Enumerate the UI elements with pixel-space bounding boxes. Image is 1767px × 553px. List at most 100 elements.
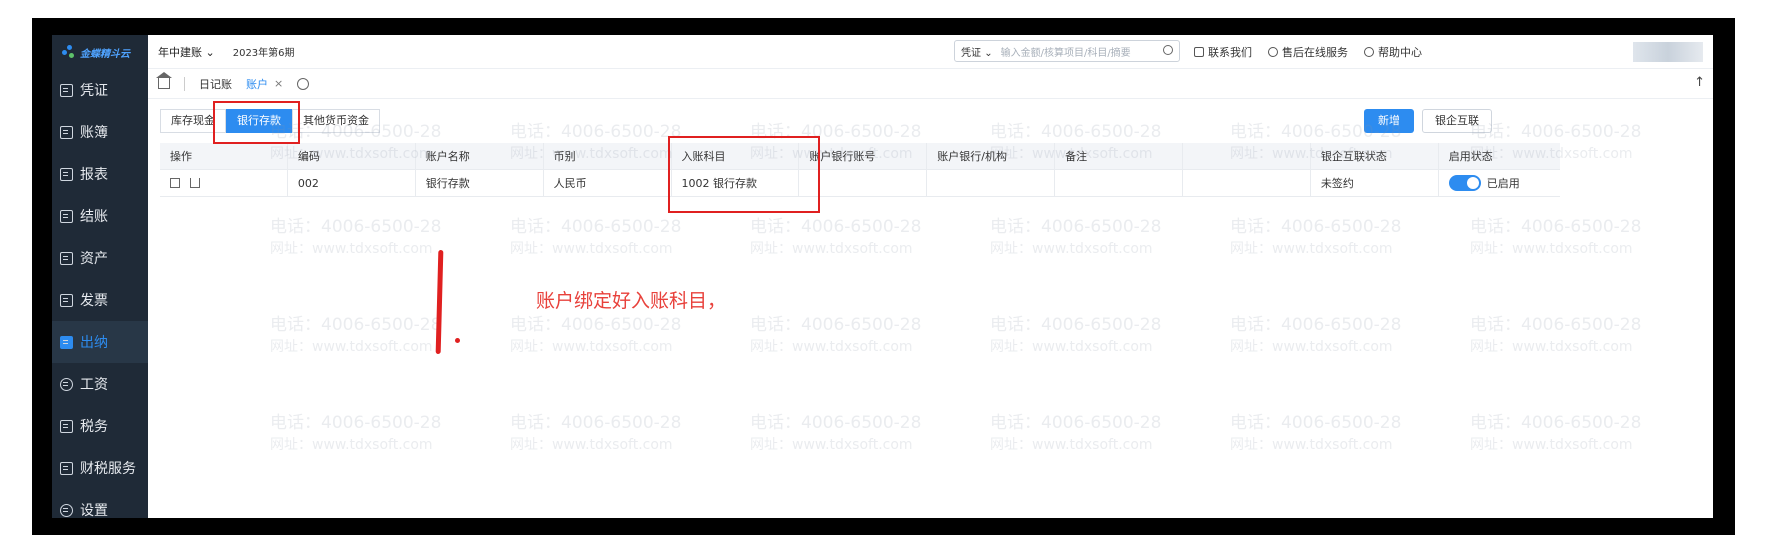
after-sales-label: 售后在线服务 [1282, 46, 1348, 59]
sidebar-item-invoice[interactable]: 发票 [52, 279, 148, 321]
bank-connect-button[interactable]: 银企互联 [1422, 109, 1492, 133]
search-type-select[interactable]: 凭证 ⌄ [961, 44, 993, 59]
sidebar-item-finance-service[interactable]: 财税服务 [52, 447, 148, 489]
sidebar-item-cashier[interactable]: 出纳 [52, 321, 148, 363]
sidebar-item-assets[interactable]: 资产 [52, 237, 148, 279]
sidebar-item-payroll[interactable]: 工资 [52, 363, 148, 405]
logo-text: 金蝶精斗云 [80, 48, 130, 60]
contact-us-label: 联系我们 [1208, 46, 1252, 59]
main-content: 库存现金 银行存款 其他货币资金 新增 银企互联 操作 编码 账户名称 币别 入… [148, 99, 1713, 518]
user-avatar[interactable] [1633, 42, 1703, 62]
column-header [1183, 143, 1311, 169]
invoice-icon [60, 293, 73, 307]
column-header: 币别 [544, 143, 672, 169]
cashier-icon [60, 335, 73, 349]
logo-icon [62, 45, 76, 59]
sidebar-item-label: 财税服务 [80, 461, 136, 477]
assets-icon [60, 251, 73, 265]
sidebar-item-label: 出纳 [80, 335, 108, 351]
help-center-link[interactable]: 帮助中心 [1364, 44, 1422, 60]
cell-currency: 人民币 [544, 170, 672, 196]
compass-icon [1364, 47, 1374, 57]
cell-code: 002 [288, 170, 416, 196]
chevron-down-icon: ⌄ [984, 47, 993, 59]
top-bar: 年中建账 ⌄ 2023年第6期 凭证 ⌄ 输入金额/核算项目/科目/摘要 联系我… [148, 35, 1713, 69]
home-icon[interactable] [156, 72, 172, 89]
tab-divider [184, 76, 185, 91]
cell-bank-institution [927, 170, 1056, 196]
cell-enabled-status: 已启用 [1439, 170, 1560, 196]
tab-accounts[interactable]: 账户 × [246, 76, 283, 92]
enabled-label: 已启用 [1486, 177, 1520, 190]
tab-accounts-label: 账户 [246, 77, 268, 91]
sidebar-item-label: 发票 [80, 293, 108, 309]
sidebar-item-label: 资产 [80, 251, 108, 267]
sidebar-item-tax[interactable]: 税务 [52, 405, 148, 447]
period-label[interactable]: 2023年第6期 [233, 44, 295, 59]
table-row: 002 银行存款 人民币 1002 银行存款 未签约 已启用 [160, 170, 1560, 197]
page-tabs: 日记账 账户 × ↑ [148, 69, 1713, 99]
column-header: 备注 [1055, 143, 1183, 169]
account-book-name: 年中建账 [158, 45, 202, 59]
accounts-table: 操作 编码 账户名称 币别 入账科目 账户银行账号 账户银行/机构 备注 银企互… [160, 143, 1560, 197]
edit-icon[interactable] [170, 178, 180, 188]
sidebar-item-label: 凭证 [80, 83, 108, 99]
table-header: 操作 编码 账户名称 币别 入账科目 账户银行账号 账户银行/机构 备注 银企互… [160, 143, 1560, 170]
trash-icon[interactable] [190, 178, 200, 188]
contact-us-link[interactable]: 联系我们 [1194, 44, 1252, 60]
column-header: 银企互联状态 [1311, 143, 1439, 169]
account-book-selector[interactable]: 年中建账 ⌄ [158, 44, 215, 60]
annotation-dot [455, 338, 460, 343]
cell-remark [1055, 170, 1183, 196]
cell-bank-connect-status: 未签约 [1311, 170, 1439, 196]
tab-menu-icon[interactable] [297, 77, 310, 90]
close-icon[interactable]: × [274, 77, 283, 90]
column-header: 启用状态 [1448, 150, 1493, 163]
search-type-label: 凭证 [961, 47, 981, 59]
finance-service-icon [60, 461, 73, 475]
column-header: 账户银行/机构 [927, 143, 1056, 169]
voucher-icon [60, 83, 73, 97]
search-input[interactable]: 凭证 ⌄ 输入金额/核算项目/科目/摘要 [954, 40, 1180, 62]
tax-icon [60, 419, 73, 433]
top-bar-links: 联系我们 售后在线服务 帮助中心 [1194, 35, 1422, 69]
row-actions [160, 170, 288, 196]
sidebar-item-label: 报表 [80, 167, 108, 183]
sidebar-item-label: 结账 [80, 209, 108, 225]
sidebar-item-closing[interactable]: 结账 [52, 195, 148, 237]
message-icon [1194, 47, 1204, 57]
sidebar-item-voucher[interactable]: 凭证 [52, 69, 148, 111]
cell-blank [1183, 170, 1311, 196]
cell-account-name: 银行存款 [416, 170, 544, 196]
closing-icon [60, 209, 73, 223]
sidebar-item-reports[interactable]: 报表 [52, 153, 148, 195]
headset-icon [1268, 47, 1278, 57]
sidebar-item-label: 税务 [80, 419, 108, 435]
after-sales-link[interactable]: 售后在线服务 [1268, 44, 1348, 60]
report-icon [60, 167, 73, 181]
enabled-toggle[interactable] [1448, 175, 1481, 191]
tab-other-monetary-funds[interactable]: 其他货币资金 [292, 109, 380, 133]
arrow-up-icon[interactable]: ↑ [1694, 75, 1705, 90]
highlight-posting-subject [668, 136, 820, 213]
column-header: 操作 [160, 143, 288, 169]
search-placeholder: 输入金额/核算项目/科目/摘要 [1000, 47, 1131, 59]
sidebar-item-ledger[interactable]: 账簿 [52, 111, 148, 153]
sidebar-item-label: 账簿 [80, 125, 108, 141]
ledger-icon [60, 125, 73, 139]
gear-icon [60, 503, 73, 517]
app-logo[interactable]: 金蝶精斗云 [52, 35, 148, 69]
sidebar-item-settings[interactable]: 设置 [52, 489, 148, 518]
app-window: 金蝶精斗云 凭证 账簿 报表 结账 资产 发票 出纳 工资 税务 财税服务 设置… [52, 35, 1713, 518]
add-account-button[interactable]: 新增 [1364, 109, 1414, 133]
tab-journal[interactable]: 日记账 [199, 76, 232, 92]
search-icon[interactable] [1163, 45, 1173, 55]
annotation-note: 账户绑定好入账科目， [536, 290, 727, 312]
sidebar: 金蝶精斗云 凭证 账簿 报表 结账 资产 发票 出纳 工资 税务 财税服务 设置 [52, 35, 148, 518]
highlight-bank-deposit-tab [213, 101, 300, 144]
chevron-down-icon: ⌄ [205, 45, 215, 59]
column-header: 编码 [288, 143, 416, 169]
help-center-label: 帮助中心 [1378, 46, 1422, 59]
column-header: 账户名称 [416, 143, 544, 169]
payroll-icon [60, 377, 73, 391]
